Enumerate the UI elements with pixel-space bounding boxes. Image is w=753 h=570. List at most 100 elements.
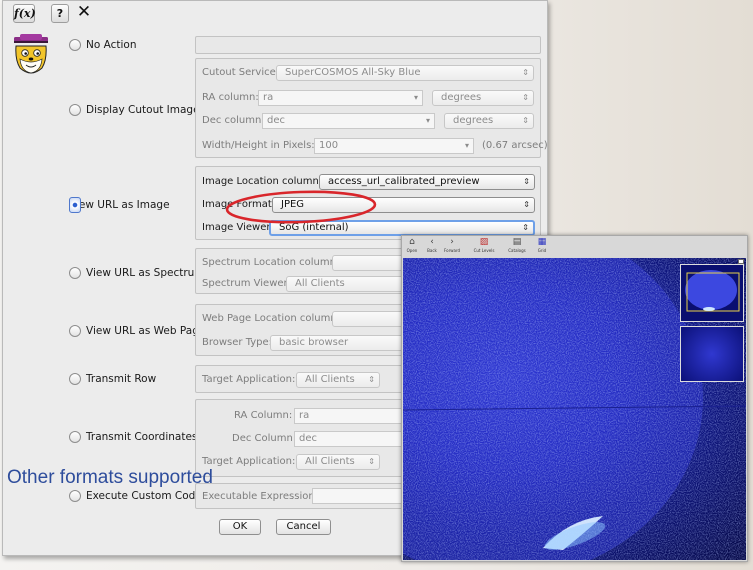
- chevron-updown-icon: ⇕: [522, 93, 529, 102]
- field-value: ra: [263, 92, 274, 103]
- annotation-text: Other formats supported: [7, 467, 213, 488]
- arcsec-note: (0.67 arcsec): [482, 140, 548, 151]
- chevron-updown-icon: ⇕: [522, 116, 529, 125]
- cutout-service-select[interactable]: SuperCOSMOS All-Sky Blue ⇕: [276, 65, 534, 81]
- radio-indicator[interactable]: [69, 325, 81, 337]
- folder-icon: ⌂: [409, 237, 415, 247]
- back-tool[interactable]: ‹ Back: [424, 237, 440, 257]
- radio-indicator[interactable]: [69, 373, 81, 385]
- function-button[interactable]: f(x): [13, 4, 36, 23]
- chevron-down-icon: ▾: [425, 116, 430, 125]
- pan-thumbnail[interactable]: [680, 264, 744, 322]
- radio-transmit-coordinates[interactable]: Transmit Coordinates: [69, 431, 197, 443]
- field-value: ra: [299, 410, 310, 421]
- tool-label: Cut Levels: [473, 248, 495, 253]
- ra-column-field[interactable]: ra ▾: [258, 90, 423, 106]
- target-application-label: Target Application:: [202, 374, 296, 385]
- spectrum-viewer-select[interactable]: All Clients: [286, 276, 416, 292]
- tool-label: Catalogs: [508, 248, 526, 253]
- select-value: degrees: [441, 92, 482, 103]
- radio-label: Display Cutout Image: [86, 104, 200, 116]
- radio-execute-custom-code[interactable]: Execute Custom Code: [69, 490, 202, 502]
- tool-label: Forward: [444, 248, 461, 253]
- viewer-expand-control[interactable]: [738, 259, 744, 264]
- dec-unit-select[interactable]: degrees ⇕: [444, 113, 534, 129]
- catalogs-tool[interactable]: ▤ Catalogs: [506, 237, 528, 257]
- dec-column-label: Dec Column:: [232, 433, 297, 444]
- open-tool[interactable]: ⌂ Open: [404, 237, 420, 257]
- select-value: All Clients: [305, 374, 355, 385]
- chevron-updown-icon: ⇕: [523, 200, 530, 209]
- radio-label: Transmit Row: [86, 373, 157, 385]
- zoom-thumbnail: [680, 326, 744, 382]
- field-value: 100: [319, 140, 339, 151]
- topcat-mascot-icon: [14, 34, 48, 74]
- tool-label: Grid: [537, 248, 547, 253]
- radio-label: View URL as Image: [69, 199, 170, 211]
- web-location-label: Web Page Location column:: [202, 313, 341, 324]
- radio-indicator-selected[interactable]: [69, 197, 81, 213]
- select-value: All Clients: [295, 278, 345, 289]
- ra-unit-select[interactable]: degrees ⇕: [432, 90, 534, 106]
- target-application-select[interactable]: All Clients ⇕: [296, 454, 380, 470]
- back-arrow-icon: ‹: [430, 237, 434, 247]
- radio-label: Transmit Coordinates: [86, 431, 198, 443]
- chevron-updown-icon: ⇕: [368, 457, 375, 466]
- radio-indicator[interactable]: [69, 267, 81, 279]
- chevron-updown-icon: ⇕: [522, 68, 529, 77]
- executable-expression-label: Executable Expression:: [202, 491, 319, 502]
- radio-indicator[interactable]: [69, 39, 81, 51]
- chevron-updown-icon: ⇕: [368, 375, 375, 384]
- chevron-updown-icon: ⇕: [522, 223, 529, 232]
- catalogs-icon: ▤: [512, 237, 522, 247]
- grid-icon: ▦: [537, 237, 547, 247]
- close-button[interactable]: ✕: [73, 4, 95, 23]
- field-value: dec: [299, 433, 317, 444]
- tool-label: Open: [406, 248, 418, 253]
- highlight-circle: [225, 190, 377, 224]
- chevron-down-icon: ▾: [413, 93, 418, 102]
- select-value: SuperCOSMOS All-Sky Blue: [285, 67, 421, 78]
- radio-indicator[interactable]: [69, 490, 81, 502]
- image-viewer-window: ⌂ Open ‹ Back › Forward ▨ Cut Levels ▤ Catalo…: [401, 235, 748, 562]
- pixel-size-field[interactable]: 100 ▾: [314, 138, 474, 154]
- radio-transmit-row[interactable]: Transmit Row: [69, 373, 156, 385]
- target-application-select[interactable]: All Clients ⇕: [296, 372, 380, 388]
- radio-indicator[interactable]: [69, 431, 81, 443]
- tool-label: Back: [427, 248, 437, 253]
- chevron-updown-icon: ⇕: [523, 177, 530, 186]
- radio-label: No Action: [86, 39, 137, 51]
- select-value: All Clients: [305, 456, 355, 467]
- ok-button[interactable]: OK: [219, 519, 261, 535]
- field-value: dec: [267, 115, 285, 126]
- select-value: access_url_calibrated_preview: [328, 176, 480, 187]
- ra-column-label: RA Column:: [234, 410, 293, 421]
- cutout-service-label: Cutout Service:: [202, 67, 280, 78]
- spectrum-viewer-label: Spectrum Viewer:: [202, 278, 291, 289]
- image-location-label: Image Location column:: [202, 176, 323, 187]
- radio-view-url-as-spectrum[interactable]: View URL as Spectrum: [69, 267, 205, 279]
- no-action-panel: [195, 36, 541, 54]
- chevron-down-icon: ▾: [464, 141, 469, 150]
- browser-type-select[interactable]: basic browser: [270, 335, 410, 351]
- select-value: basic browser: [279, 337, 349, 348]
- cut-levels-icon: ▨: [479, 237, 489, 247]
- dec-column-label: Dec column:: [202, 115, 265, 126]
- select-value: degrees: [453, 115, 494, 126]
- cut-levels-tool[interactable]: ▨ Cut Levels: [472, 237, 496, 257]
- cancel-button[interactable]: Cancel: [276, 519, 331, 535]
- forward-tool[interactable]: › Forward: [444, 237, 460, 257]
- radio-view-url-as-web-page[interactable]: View URL as Web Page: [69, 325, 205, 337]
- radio-no-action[interactable]: No Action: [69, 39, 137, 51]
- grid-tool[interactable]: ▦ Grid: [534, 237, 550, 257]
- radio-view-url-as-image[interactable]: View URL as Image: [69, 197, 170, 213]
- spectrum-location-label: Spectrum Location column:: [202, 257, 340, 268]
- radio-indicator[interactable]: [69, 104, 81, 116]
- radio-display-cutout-image[interactable]: Display Cutout Image: [69, 104, 200, 116]
- dec-column-field[interactable]: dec ▾: [262, 113, 435, 129]
- thumbnail-render: [685, 270, 740, 312]
- width-height-label: Width/Height in Pixels:: [202, 140, 315, 151]
- radio-label: View URL as Spectrum: [86, 267, 205, 279]
- help-button[interactable]: ?: [51, 4, 69, 23]
- radio-label: View URL as Web Page: [86, 325, 206, 337]
